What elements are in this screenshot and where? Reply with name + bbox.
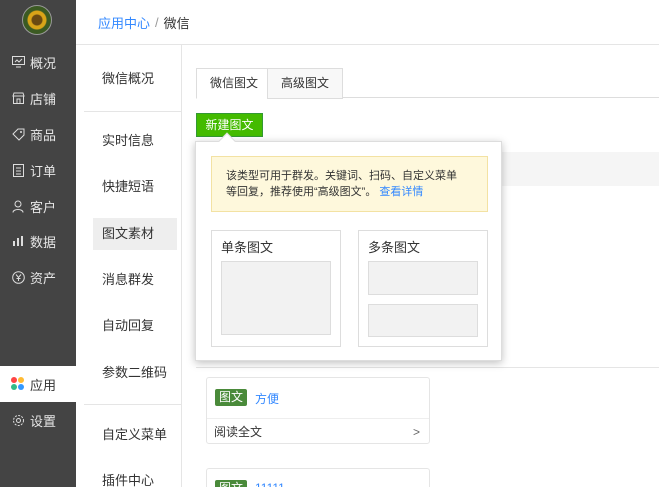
multi-article-label: 多条图文 [368, 240, 421, 255]
subnav-item-quick-phrases[interactable]: 快捷短语 [93, 171, 177, 203]
nav-item-label: 设置 [30, 413, 57, 429]
new-article-button[interactable]: 新建图文 [196, 113, 263, 137]
breadcrumb-link-app-center[interactable]: 应用中心 [98, 13, 150, 32]
shop-icon [11, 91, 25, 105]
nav-item-label: 资产 [30, 270, 57, 286]
single-article-preview [221, 261, 331, 335]
article-type-badge: 图文 [215, 480, 248, 487]
article-type-badge: 图文 [215, 389, 248, 406]
nav-item-label: 商品 [30, 127, 57, 143]
view-details-link[interactable]: 查看详情 [379, 186, 423, 198]
breadcrumb-current: 微信 [163, 15, 190, 31]
nav-item-orders[interactable]: 订单 [0, 152, 76, 188]
new-article-popover: 该类型可用于群发。关键词、扫码、自定义菜单 等回复，推荐使用“高级图文”。 查看… [195, 132, 502, 361]
shop-avatar[interactable] [22, 5, 52, 35]
notice-text-line2: 等回复，推荐使用“高级图文”。 [226, 186, 377, 198]
nav-item-label: 概况 [30, 55, 57, 71]
yen-icon [11, 270, 25, 284]
nav-item-assets[interactable]: 资产 [0, 259, 76, 295]
article-card[interactable]: 图文 11111 [206, 468, 430, 487]
nav-item-data[interactable]: 数据 [0, 223, 76, 259]
nav-item-label: 订单 [30, 163, 57, 179]
single-article-label: 单条图文 [221, 240, 274, 255]
nav-item-label: 店铺 [30, 91, 57, 107]
gear-icon [11, 413, 25, 427]
subnav-item-materials[interactable]: 图文素材 [93, 218, 177, 250]
notice-box: 该类型可用于群发。关键词、扫码、自定义菜单 等回复，推荐使用“高级图文”。 查看… [211, 156, 488, 212]
nav-item-overview[interactable]: 概况 [0, 44, 76, 80]
article-card[interactable]: 图文 方便 阅读全文 > [206, 377, 430, 444]
nav-item-label: 客户 [30, 199, 57, 215]
read-more-label: 阅读全文 [214, 425, 263, 439]
subnav-item-qrcode[interactable]: 参数二维码 [93, 357, 177, 389]
material-tabs: 微信图文 高级图文 [196, 68, 659, 99]
subnav-item-broadcast[interactable]: 消息群发 [93, 264, 177, 296]
single-article-option[interactable]: 单条图文 [211, 230, 341, 347]
breadcrumb: 应用中心 / 微信 [76, 0, 659, 45]
monitor-icon [11, 55, 25, 69]
multi-article-preview-bottom [368, 304, 478, 337]
chevron-right-icon: > [412, 425, 420, 439]
nav-item-customers[interactable]: 客户 [0, 188, 76, 224]
subnav-item-auto-reply[interactable]: 自动回复 [93, 310, 177, 342]
nav-item-label: 应用 [30, 377, 57, 393]
tag-icon [11, 127, 25, 141]
apps-icon [11, 377, 25, 391]
user-icon [11, 199, 25, 213]
notice-text-line1: 该类型可用于群发。关键词、扫码、自定义菜单 [226, 170, 457, 182]
nav-item-settings[interactable]: 设置 [0, 402, 76, 438]
subnav-divider [84, 404, 181, 405]
article-title-link[interactable]: 方便 [255, 390, 279, 407]
subnav-item-overview[interactable]: 微信概况 [93, 63, 177, 95]
bar-chart-icon [11, 234, 25, 248]
main-sidebar: 概况 店铺 商品 订单 客户 数据 资产 应用 设置 [0, 0, 76, 487]
row-divider [196, 367, 659, 368]
article-title-link[interactable]: 11111 [255, 481, 285, 487]
read-more-link[interactable]: 阅读全文 > [207, 418, 429, 444]
breadcrumb-separator: / [155, 14, 159, 30]
multi-article-option[interactable]: 多条图文 [358, 230, 488, 347]
subnav-item-realtime[interactable]: 实时信息 [93, 125, 177, 157]
nav-item-shop[interactable]: 店铺 [0, 80, 76, 116]
subnav-item-plugins[interactable]: 插件中心 [93, 465, 177, 487]
tab-advanced-article[interactable]: 高级图文 [267, 68, 344, 99]
clipboard-icon [11, 163, 25, 177]
nav-item-label: 数据 [30, 234, 57, 250]
multi-article-preview-top [368, 261, 478, 295]
subnav-item-custom-menu[interactable]: 自定义菜单 [93, 419, 177, 451]
nav-item-apps[interactable]: 应用 [0, 366, 76, 402]
tab-wechat-article[interactable]: 微信图文 [196, 68, 273, 99]
wechat-subnav: 微信概况 实时信息 快捷短语 图文素材 消息群发 自动回复 参数二维码 自定义菜… [76, 45, 182, 487]
nav-item-products[interactable]: 商品 [0, 116, 76, 152]
subnav-divider [84, 111, 181, 112]
